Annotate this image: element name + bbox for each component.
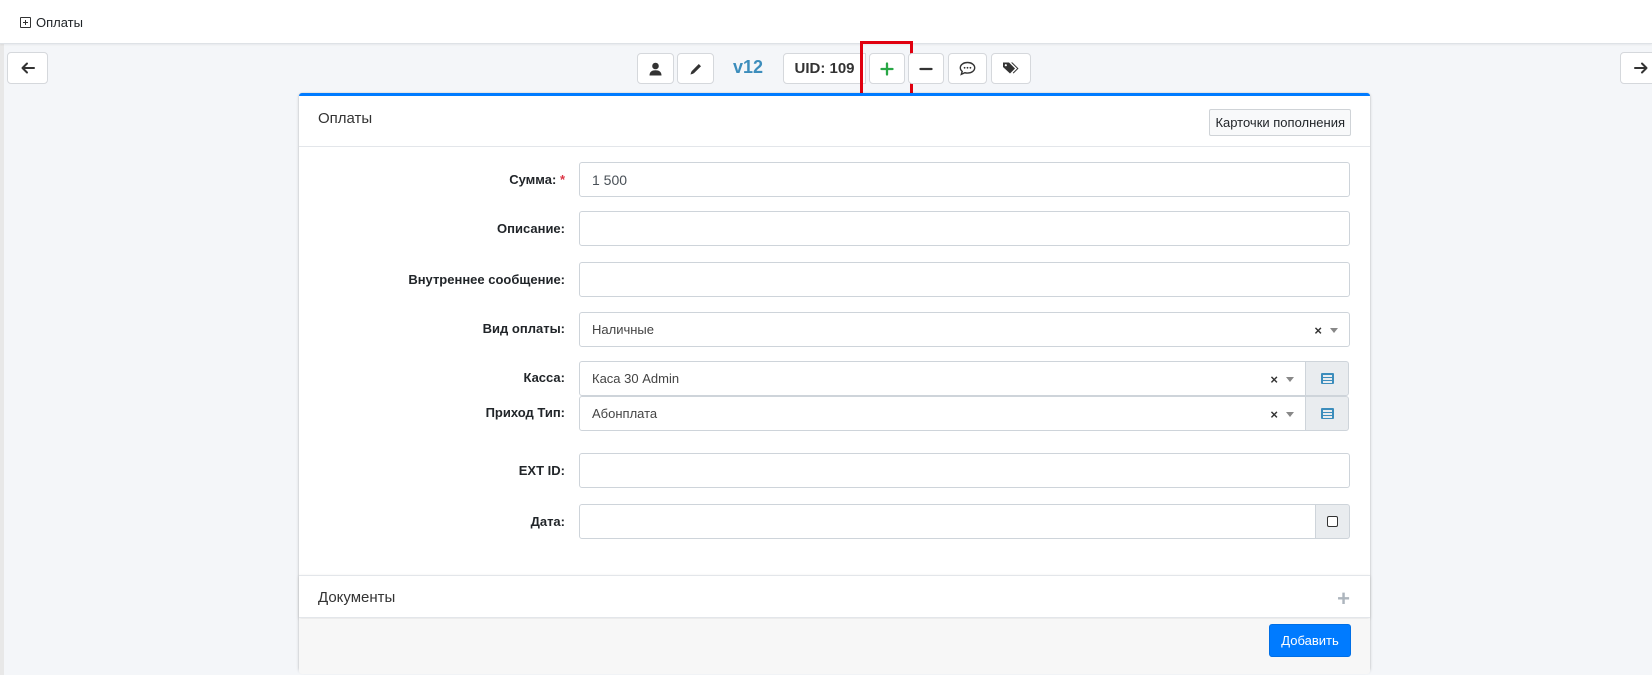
page-scroll-edge — [0, 44, 4, 675]
internal-message-input[interactable] — [579, 262, 1350, 297]
checkbox-square-icon — [1327, 516, 1338, 527]
amount-label: Сумма: * — [509, 172, 565, 187]
income-type-select[interactable]: Абонплата × — [579, 396, 1306, 431]
user-button[interactable] — [637, 53, 674, 84]
date-picker-button[interactable] — [1315, 504, 1350, 539]
back-button[interactable] — [7, 52, 48, 84]
arrow-right-icon — [1633, 62, 1647, 74]
plus-square-icon — [20, 17, 31, 28]
comment-icon — [959, 61, 976, 76]
documents-section[interactable]: Документы + — [299, 575, 1370, 618]
cashbox-label: Касса: — [523, 370, 565, 385]
topbar-title-label: Оплаты — [36, 15, 83, 30]
cashbox-value: Каса 30 Admin — [592, 371, 680, 386]
documents-title: Документы — [318, 589, 396, 606]
expand-plus-icon[interactable]: + — [1337, 586, 1350, 612]
topup-cards-button[interactable]: Карточки пополнения — [1209, 109, 1351, 136]
comment-button[interactable] — [948, 53, 987, 84]
caret-down-icon — [1330, 328, 1338, 333]
list-icon — [1320, 408, 1334, 419]
description-label: Описание: — [497, 221, 565, 236]
clear-icon[interactable]: × — [1314, 323, 1322, 338]
version-label: v12 — [733, 57, 764, 77]
list-icon — [1320, 373, 1334, 384]
income-type-label: Приход Тип: — [485, 405, 565, 420]
minus-button[interactable] — [908, 53, 944, 84]
caret-down-icon — [1286, 412, 1294, 417]
payment-type-select[interactable]: Наличные × — [579, 312, 1350, 347]
topbar-title[interactable]: Оплаты — [20, 15, 83, 30]
date-input[interactable] — [579, 504, 1316, 539]
payment-type-label: Вид оплаты: — [482, 321, 565, 336]
card-header: Оплаты Карточки пополнения — [299, 96, 1370, 147]
required-mark: * — [559, 172, 565, 187]
ext-id-label: EXT ID: — [518, 463, 565, 478]
cashbox-list-button[interactable] — [1305, 361, 1349, 396]
minus-icon — [919, 67, 933, 70]
payment-type-value: Наличные — [592, 322, 654, 337]
ext-id-input[interactable] — [579, 453, 1350, 488]
tags-button[interactable] — [991, 53, 1031, 84]
submit-button[interactable]: Добавить — [1269, 624, 1351, 657]
clear-icon[interactable]: × — [1270, 372, 1278, 387]
add-button-highlight — [860, 41, 913, 97]
forward-button[interactable] — [1620, 52, 1652, 84]
date-label: Дата: — [530, 514, 565, 529]
caret-down-icon — [1286, 377, 1294, 382]
clear-icon[interactable]: × — [1270, 407, 1278, 422]
cashbox-select[interactable]: Каса 30 Admin × — [579, 361, 1306, 396]
tags-icon — [1003, 62, 1019, 74]
arrow-left-icon — [21, 62, 35, 74]
income-type-value: Абонплата — [592, 406, 658, 421]
card-title: Оплаты — [318, 110, 373, 127]
edit-button[interactable] — [677, 53, 714, 84]
description-input[interactable] — [579, 211, 1350, 246]
payment-card: Оплаты Карточки пополнения Сумма: * 1 50… — [299, 93, 1370, 674]
income-type-list-button[interactable] — [1305, 396, 1349, 431]
amount-label-text: Сумма: — [509, 172, 557, 187]
pencil-icon — [690, 63, 701, 74]
amount-input[interactable]: 1 500 — [579, 162, 1350, 197]
top-bar: Оплаты — [0, 0, 1652, 44]
internal-message-label: Внутреннее сообщение: — [408, 272, 565, 287]
card-footer: Добавить — [299, 619, 1370, 674]
uid-label: UID: 109 — [783, 53, 866, 84]
user-icon — [649, 62, 662, 75]
